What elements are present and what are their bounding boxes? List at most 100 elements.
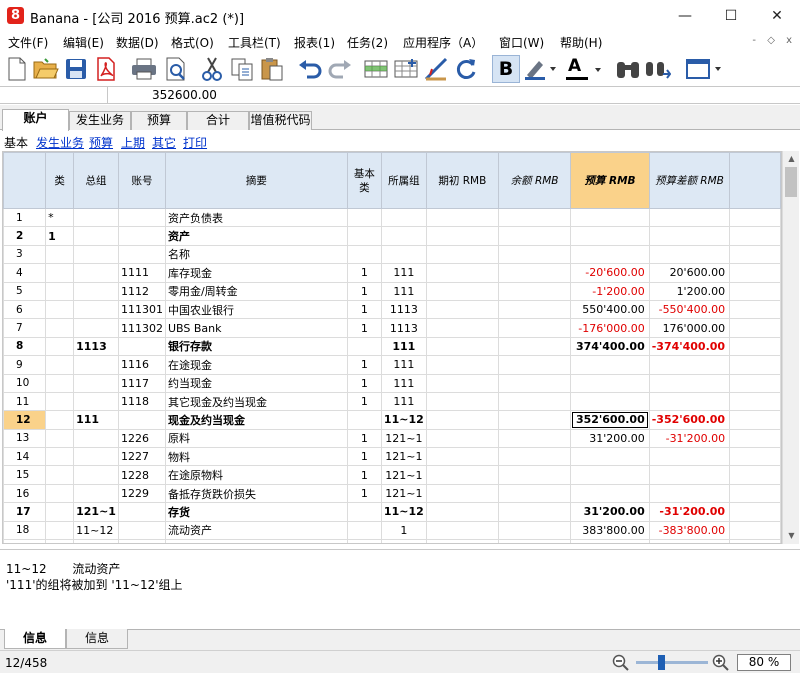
table-row[interactable]: 2 1 资产 (3, 226, 781, 246)
group-cell[interactable] (73, 447, 119, 467)
table-row[interactable]: 3 名称 (3, 244, 781, 265)
opening-cell[interactable] (425, 373, 499, 393)
bclass-cell[interactable] (346, 410, 382, 430)
bclass-cell[interactable] (346, 336, 382, 357)
balance-cell[interactable] (497, 244, 572, 265)
budget-diff-cell[interactable]: 20'600.00 (648, 263, 731, 283)
menu-edit[interactable]: 编辑(E) (63, 34, 104, 51)
description-cell[interactable]: 物料 (164, 447, 348, 467)
replace-icon[interactable] (644, 55, 672, 83)
budget-diff-cell[interactable] (648, 465, 731, 485)
header-sum-in[interactable]: 所属组 (380, 152, 427, 209)
opening-cell[interactable] (425, 299, 499, 320)
view-print[interactable]: 打印 (183, 134, 207, 151)
table-row[interactable]: 16 1229 备抵存货跌价损失 1 121~1 (3, 483, 781, 504)
zoom-slider[interactable] (636, 661, 708, 664)
tab-totals[interactable]: 合计 (187, 111, 249, 130)
zoom-slider-thumb[interactable] (658, 655, 665, 670)
budget-cell[interactable] (570, 226, 650, 246)
description-cell[interactable]: 流动资产 (164, 520, 348, 541)
header-class[interactable]: 类 (45, 152, 75, 209)
balance-cell[interactable] (497, 465, 572, 485)
accounts-table[interactable]: 类 总组 账号 摘要 基本类 所属组 期初 RMB 余额 RMB 预算 RMB … (2, 151, 782, 544)
opening-cell[interactable] (425, 336, 499, 357)
table-row[interactable]: 15 1228 在途原物料 1 121~1 (3, 465, 781, 485)
table-row[interactable]: 4 1111 库存现金 1 111 -20'600.00 20'600.00 (3, 263, 781, 283)
find-icon[interactable] (614, 55, 642, 83)
redo-icon[interactable] (326, 55, 354, 83)
account-cell[interactable] (117, 410, 166, 430)
class-cell[interactable] (45, 318, 75, 338)
bclass-cell[interactable]: 1 (346, 539, 382, 543)
account-cell[interactable]: 1227 (117, 447, 166, 467)
group-cell[interactable] (73, 207, 119, 228)
account-cell[interactable]: 1116 (117, 355, 166, 375)
class-cell[interactable] (45, 502, 75, 522)
description-cell[interactable]: 在途原物料 (164, 465, 348, 485)
scroll-down-icon[interactable]: ▼ (783, 529, 800, 543)
budget-cell[interactable] (570, 483, 650, 504)
class-cell[interactable] (45, 465, 75, 485)
class-cell[interactable] (45, 539, 75, 543)
group-cell[interactable] (73, 355, 119, 375)
class-cell[interactable] (45, 244, 75, 265)
bclass-cell[interactable]: 1 (346, 428, 382, 449)
tab-accounts[interactable]: 账户 (2, 109, 69, 131)
balance-cell[interactable] (497, 263, 572, 283)
bclass-cell[interactable]: 1 (346, 263, 382, 283)
sum-in-cell[interactable]: 121~1 (380, 428, 427, 449)
view-base[interactable]: 基本 (4, 134, 28, 151)
account-cell[interactable]: 1228 (117, 465, 166, 485)
opening-cell[interactable] (425, 207, 499, 228)
balance-cell[interactable] (497, 281, 572, 301)
account-cell[interactable] (117, 502, 166, 522)
menu-help[interactable]: 帮助(H) (560, 34, 602, 51)
info-tab-messages[interactable]: 信息 (4, 629, 66, 649)
menu-apps[interactable]: 应用程序（A） (403, 34, 483, 51)
budget-diff-cell[interactable]: -352'600.00 (648, 410, 731, 430)
class-cell[interactable] (45, 428, 75, 449)
account-cell[interactable] (117, 226, 166, 246)
budget-cell[interactable] (570, 391, 650, 412)
sum-in-cell[interactable]: 111 (380, 336, 427, 357)
sum-in-cell[interactable]: 111 (380, 355, 427, 375)
opening-cell[interactable] (425, 244, 499, 265)
budget-cell[interactable]: 31'200.00 (570, 502, 650, 522)
group-cell[interactable] (73, 263, 119, 283)
account-cell[interactable]: 111301 (117, 299, 166, 320)
account-cell[interactable] (117, 244, 166, 265)
table-row[interactable]: 11 1118 其它现金及约当现金 1 111 (3, 391, 781, 412)
zoom-value[interactable]: 80 % (737, 654, 791, 671)
group-cell[interactable]: 11~12 (73, 520, 119, 541)
description-cell[interactable]: 其它现金及约当现金 (164, 391, 348, 412)
description-cell[interactable]: 约当现金 (164, 373, 348, 393)
sum-in-cell[interactable]: 131 (380, 539, 427, 543)
sum-in-cell[interactable]: 111 (380, 373, 427, 393)
class-cell[interactable] (45, 410, 75, 430)
group-cell[interactable] (73, 428, 119, 449)
bclass-cell[interactable]: 1 (346, 465, 382, 485)
budget-diff-cell[interactable]: 14'000.00 (648, 539, 731, 543)
group-cell[interactable]: 1113 (73, 336, 119, 357)
account-cell[interactable]: 1111 (117, 263, 166, 283)
group-cell[interactable] (73, 226, 119, 246)
class-cell[interactable] (45, 263, 75, 283)
sum-in-cell[interactable] (380, 226, 427, 246)
balance-cell[interactable] (497, 539, 572, 543)
bclass-cell[interactable] (346, 244, 382, 265)
budget-diff-cell[interactable] (648, 391, 731, 412)
close-button[interactable]: ✕ (754, 0, 800, 32)
budget-cell[interactable]: -1'200.00 (570, 281, 650, 301)
description-cell[interactable]: 中国农业银行 (164, 299, 348, 320)
account-cell[interactable]: 1229 (117, 483, 166, 504)
menu-window[interactable]: 窗口(W) (499, 34, 544, 51)
recheck-icon[interactable] (452, 55, 480, 83)
font-color-icon[interactable]: A (562, 55, 604, 83)
bclass-cell[interactable] (346, 502, 382, 522)
account-cell[interactable] (117, 520, 166, 541)
paste-icon[interactable] (258, 55, 286, 83)
description-cell[interactable]: 备抵存货跌价损失 (164, 483, 348, 504)
table-row[interactable]: 1 * 资产负债表 (3, 207, 781, 228)
cut-icon[interactable] (198, 55, 226, 83)
mdi-window-controls[interactable]: - ◇ x (752, 35, 796, 46)
